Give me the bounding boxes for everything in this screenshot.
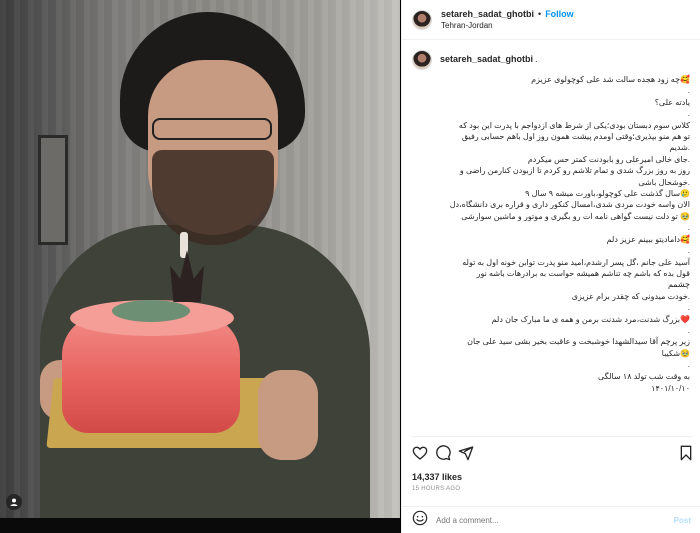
caption-line: چشمم <box>667 280 690 290</box>
caption-line: . <box>687 360 690 370</box>
caption-date: ۱۴۰۱/۱۰/۱۰ <box>651 383 690 393</box>
caption-username[interactable]: setareh_sadat_ghotbi <box>440 54 533 64</box>
caption-line: .شدیم <box>669 143 690 153</box>
caption-text: 🥰چه زود هجده سالت شد علی کوچولوی عزیزم. ی… <box>412 74 690 394</box>
header-separator: • <box>538 9 542 19</box>
caption-line: . <box>687 246 690 256</box>
person-glasses <box>152 118 272 140</box>
caption-line: .جای خالی امیرعلی رو بابودنت کمتر حس میک… <box>527 154 690 164</box>
caption-avatar[interactable] <box>412 50 432 70</box>
caption-line: .خودت میدونی که چقدر برام عزیزی <box>571 291 690 301</box>
caption-line: 🥲سال گذشت علی کوچولو،باورت میشه ۹ سال ۹ <box>525 189 690 199</box>
caption-line: .خوشحال باشی <box>638 177 690 187</box>
caption-line: قول بده که باشم چه تناشم همیشه حواست به … <box>476 268 690 278</box>
caption-line: . <box>687 303 690 313</box>
cake-decoration <box>112 300 190 322</box>
likes-count[interactable]: 14,337 likes <box>412 472 462 482</box>
share-icon[interactable] <box>458 445 474 461</box>
post-comment-button[interactable]: Post <box>674 516 691 525</box>
caption-line: 🥰چه زود هجده سالت شد علی کوچولوی عزیزم <box>531 75 690 84</box>
divider <box>412 436 692 437</box>
caption-line: زیر پرچم آقا سیدالشهدا خوشبخت و عاقبت بخ… <box>467 337 690 347</box>
post-timestamp[interactable]: 15 HOURS AGO <box>412 486 460 492</box>
action-bar <box>402 442 700 464</box>
caption-line: کلاس سوم دبستان بودی؛یکی از شرط های ازدو… <box>458 120 690 130</box>
caption-line: آسید علی جانم ،گل پسر ارشدم،امید منو پدر… <box>462 257 690 267</box>
caption-line: به وقت شب تولد ۱۸ سالگی <box>598 371 690 381</box>
caption-line: 🥰داماد‌یتو ببینم عزیز دلم <box>606 234 690 244</box>
right-hand <box>258 370 318 460</box>
comment-bar: Post <box>402 506 700 533</box>
header-row: setareh_sadat_ghotbi • Follow <box>441 9 574 19</box>
caption-line: . <box>687 325 690 335</box>
tagged-user-icon[interactable] <box>6 494 22 510</box>
caption-username-row: setareh_sadat_ghotbi. <box>440 54 538 64</box>
caption-line: روز به روز بزرگ شدی و تمام تلاشم رو کردم… <box>459 166 690 176</box>
caption-line: . <box>687 109 690 119</box>
caption-line: 🥹شکیبا <box>661 348 690 358</box>
caption-line: ❤️بزرگ شدنت،مرد شدنت برمن و همه ی ما مبا… <box>491 314 690 324</box>
caption-area: setareh_sadat_ghotbi. 🥰چه زود هجده سالت … <box>402 40 700 437</box>
post-media[interactable] <box>0 0 400 533</box>
heart-icon[interactable] <box>412 445 428 461</box>
header-username[interactable]: setareh_sadat_ghotbi <box>441 9 534 19</box>
caption-line: یادته علی؟ <box>654 97 690 107</box>
post-header: setareh_sadat_ghotbi • Follow Tehran-Jor… <box>402 0 700 40</box>
caption-line: الان واسه خودت مردی شدی،امسال کنکور داری… <box>449 200 690 210</box>
location-link[interactable]: Tehran-Jordan <box>441 21 574 30</box>
post-details-panel: setareh_sadat_ghotbi • Follow Tehran-Jor… <box>401 0 700 533</box>
comment-input[interactable] <box>436 515 674 525</box>
caption-header: setareh_sadat_ghotbi. <box>412 50 690 70</box>
bookmark-icon[interactable] <box>678 445 694 461</box>
caption-line: 🥹 تو دلت نیست گواهی نامه ات رو بگیری و م… <box>461 211 690 221</box>
avatar[interactable] <box>412 9 432 30</box>
wall-frame <box>38 135 68 245</box>
comment-icon[interactable] <box>435 445 451 461</box>
caption-line: . <box>687 223 690 233</box>
caption-line: تو هم منو بپذیری؛وقتی اومدم پیشت همون رو… <box>461 132 690 142</box>
post-photo <box>0 0 400 518</box>
follow-button[interactable]: Follow <box>545 9 574 19</box>
emoji-icon[interactable] <box>412 510 428 531</box>
header-text: setareh_sadat_ghotbi • Follow Tehran-Jor… <box>441 9 574 30</box>
caption-line: . <box>687 86 690 96</box>
caption-username-suffix: . <box>535 54 538 64</box>
